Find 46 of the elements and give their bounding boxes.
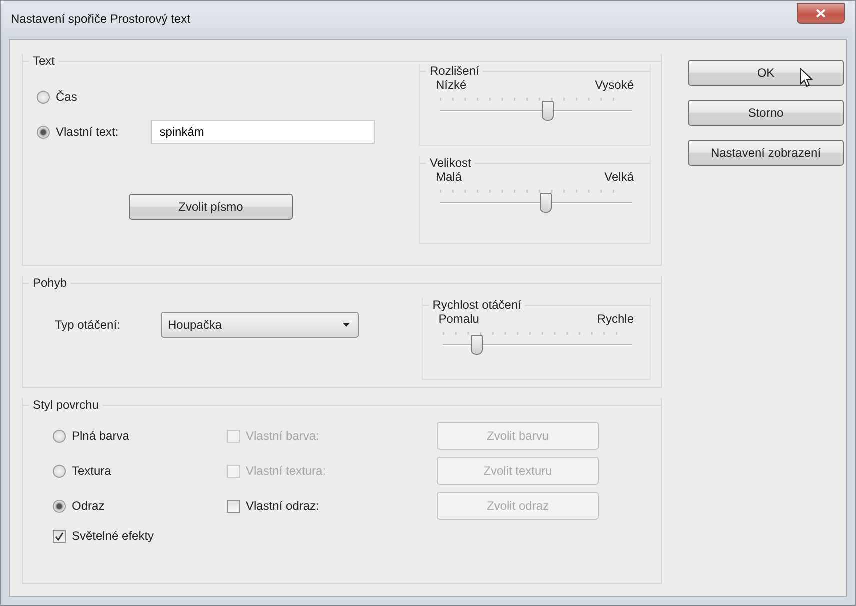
window-title: Nastavení spořiče Prostorový text [11, 13, 190, 25]
min-label: Malá [436, 170, 462, 184]
group-title: Rychlost otáčení [432, 298, 522, 312]
radio-button[interactable] [37, 90, 50, 104]
radio-button[interactable] [53, 430, 66, 442]
slider-thumb[interactable] [542, 101, 554, 121]
dialog-button[interactable]: Nastavení zobrazení [688, 140, 844, 166]
group-title: Pohyb [33, 276, 68, 290]
choose-button: Zvolit barvu [437, 422, 599, 450]
choose-font-button[interactable]: Zvolit písmo [129, 194, 293, 220]
close-button[interactable] [797, 3, 845, 24]
checkbox-label: Světelné efekty [72, 528, 154, 545]
max-label: Rychle [597, 312, 634, 326]
max-label: Vysoké [595, 78, 634, 92]
choose-button: Zvolit odraz [437, 492, 599, 520]
dialog-button[interactable]: Storno [688, 100, 844, 126]
rotation-dropdown[interactable]: Houpačka [161, 312, 359, 338]
dialog-button[interactable]: OK [688, 60, 844, 86]
radio-button[interactable] [53, 500, 66, 512]
group-title: Text [33, 54, 56, 68]
checkbox-label: Vlastní odraz: [246, 498, 320, 515]
min-label: Nízké [436, 78, 467, 92]
slider-thumb[interactable] [540, 193, 552, 213]
checkbox[interactable] [227, 500, 240, 512]
checkbox[interactable] [53, 530, 66, 542]
radio-label: Plná barva [72, 428, 130, 445]
choose-button: Zvolit texturu [437, 457, 599, 485]
group-title: Velikost [430, 156, 472, 170]
close-icon [816, 9, 826, 18]
checkbox-label: Vlastní barva: [246, 428, 320, 445]
group-title: Rozlišení [430, 64, 480, 78]
max-label: Velká [604, 170, 634, 184]
rotation-label: Typ otáčení: [54, 317, 122, 334]
text-field[interactable]: spinkám [150, 120, 375, 144]
radio-button[interactable] [37, 126, 50, 138]
mouse-pointer-icon [800, 68, 813, 88]
min-label: Pomalu [438, 312, 480, 326]
radio-label: Textura [72, 463, 112, 480]
slider-thumb[interactable] [470, 335, 483, 355]
checkbox-label: Vlastní textura: [246, 463, 326, 480]
radio-button[interactable] [53, 464, 66, 478]
group-title: Styl povrchu [33, 398, 100, 412]
radio-label: Čas [56, 89, 78, 106]
radio-label: Odraz [72, 498, 105, 515]
radio-label: Vlastní text: [56, 124, 119, 141]
dropdown-arrow-icon [343, 323, 350, 327]
